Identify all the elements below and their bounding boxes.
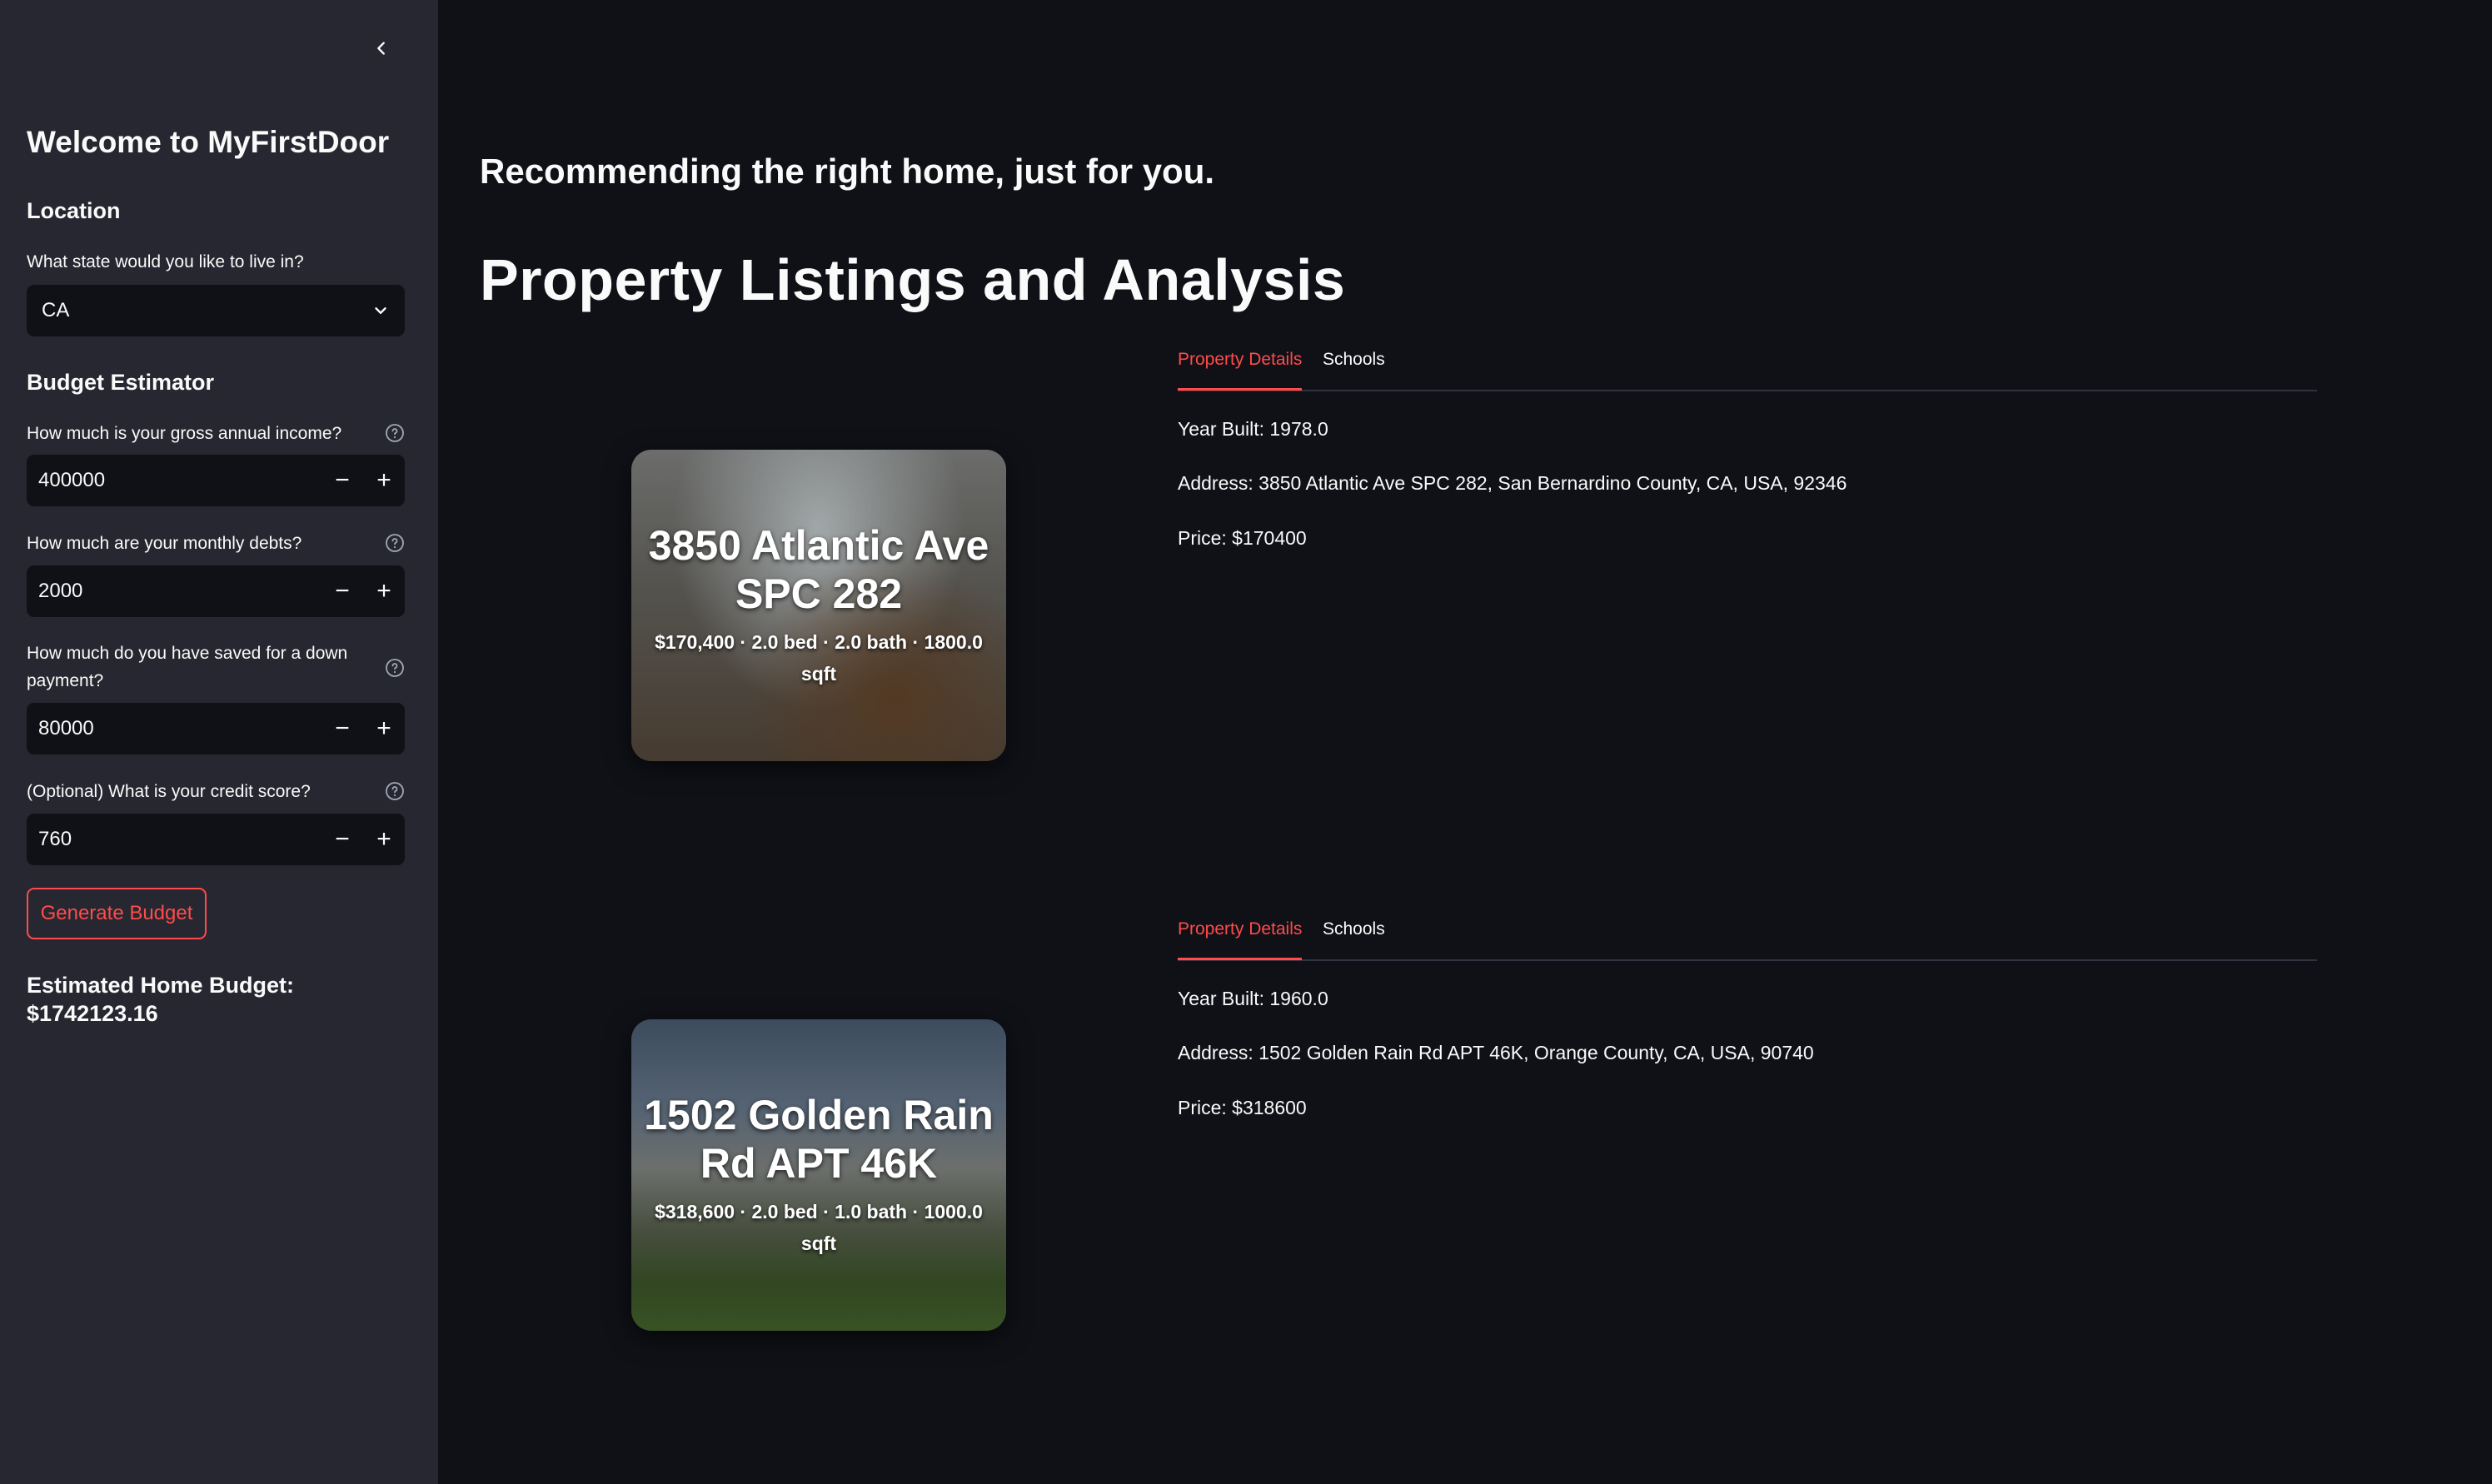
debts-increment-button[interactable]: + <box>363 565 405 617</box>
minus-icon: − <box>335 577 350 605</box>
estimated-budget-label: Estimated Home Budget: <box>27 973 295 998</box>
page-title: Property Listings and Analysis <box>480 247 1346 312</box>
credit-score-label: (Optional) What is your credit score? <box>27 782 311 801</box>
minus-icon: − <box>335 825 350 853</box>
estimated-budget-value: $1742123.16 <box>27 1001 158 1026</box>
sidebar: Welcome to MyFirstDoor Location What sta… <box>0 0 438 1484</box>
credit-score-decrement-button[interactable]: − <box>321 814 363 865</box>
question-circle-icon[interactable] <box>385 781 405 801</box>
tab-property-details[interactable]: Property Details <box>1178 913 1303 960</box>
budget-estimator-heading: Budget Estimator <box>27 370 215 395</box>
price: Price: $318600 <box>1178 1097 1307 1118</box>
state-label: What state would you like to live in? <box>27 252 304 271</box>
property-card[interactable]: 1502 Golden Rain Rd APT 46K $318,600 · 2… <box>631 1019 1006 1331</box>
price: Price: $170400 <box>1178 527 1307 549</box>
chevron-left-icon <box>377 42 385 55</box>
down-payment-increment-button[interactable]: + <box>363 703 405 754</box>
debts-decrement-button[interactable]: − <box>321 565 363 617</box>
property-card-title: 3850 Atlantic Ave SPC 282 <box>648 522 989 617</box>
year-built: Year Built: 1960.0 <box>1178 988 1328 1009</box>
property-card[interactable]: 3850 Atlantic Ave SPC 282 $170,400 · 2.0… <box>631 450 1006 761</box>
tab-schools[interactable]: Schools <box>1323 913 1385 958</box>
property-card-meta: $170,400 · 2.0 bed · 2.0 bath · 1800.0 s… <box>655 631 983 685</box>
chevron-down-icon <box>375 307 386 314</box>
property-tabs: Property Details Schools <box>1178 913 2317 961</box>
plus-icon: + <box>376 715 391 742</box>
year-built: Year Built: 1978.0 <box>1178 418 1328 440</box>
down-payment-input-group: − + <box>27 703 405 754</box>
question-circle-icon[interactable] <box>385 423 405 443</box>
minus-icon: − <box>335 715 350 742</box>
debts-label: How much are your monthly debts? <box>27 534 302 553</box>
property-tabs: Property Details Schools <box>1178 343 2317 391</box>
location-heading: Location <box>27 198 121 223</box>
down-payment-input[interactable] <box>27 703 321 754</box>
plus-icon: + <box>376 825 391 853</box>
down-payment-label: How much do you have saved for a down pa… <box>27 644 348 690</box>
income-input-group: − + <box>27 455 405 506</box>
state-select[interactable]: CA <box>27 285 405 336</box>
income-input[interactable] <box>27 455 321 506</box>
property-card-meta: $318,600 · 2.0 bed · 1.0 bath · 1000.0 s… <box>655 1201 983 1254</box>
plus-icon: + <box>376 466 391 494</box>
credit-score-input[interactable] <box>27 814 321 865</box>
estimated-budget: Estimated Home Budget: $1742123.16 <box>27 971 294 1028</box>
collapse-sidebar-button[interactable] <box>366 33 396 63</box>
minus-icon: − <box>335 466 350 494</box>
state-select-value: CA <box>42 299 70 321</box>
property-card-title: 1502 Golden Rain Rd APT 46K <box>644 1092 994 1187</box>
address: Address: 3850 Atlantic Ave SPC 282, San … <box>1178 472 1847 494</box>
sidebar-title: Welcome to MyFirstDoor <box>27 125 390 159</box>
tab-property-details[interactable]: Property Details <box>1178 343 1303 391</box>
address: Address: 1502 Golden Rain Rd APT 46K, Or… <box>1178 1042 1814 1063</box>
generate-budget-button[interactable]: Generate Budget <box>27 888 207 939</box>
down-payment-decrement-button[interactable]: − <box>321 703 363 754</box>
question-circle-icon[interactable] <box>385 658 405 678</box>
income-label: How much is your gross annual income? <box>27 424 342 443</box>
plus-icon: + <box>376 577 391 605</box>
tab-schools[interactable]: Schools <box>1323 343 1385 388</box>
income-decrement-button[interactable]: − <box>321 455 363 506</box>
debts-input[interactable] <box>27 565 321 617</box>
page-subtitle: Recommending the right home, just for yo… <box>480 152 1215 191</box>
credit-score-input-group: − + <box>27 814 405 865</box>
credit-score-increment-button[interactable]: + <box>363 814 405 865</box>
income-increment-button[interactable]: + <box>363 455 405 506</box>
question-circle-icon[interactable] <box>385 533 405 553</box>
debts-input-group: − + <box>27 565 405 617</box>
